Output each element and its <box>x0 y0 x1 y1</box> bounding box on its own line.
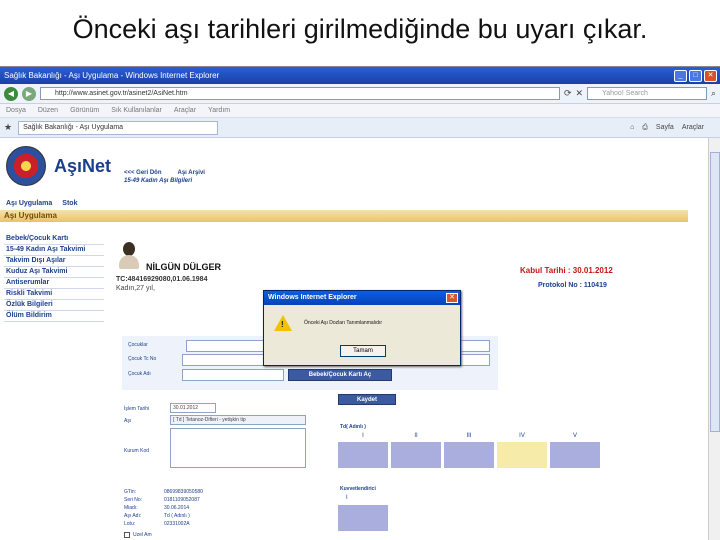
scrollbar-thumb[interactable] <box>710 152 720 432</box>
grid-title: Td( Adınlı ) <box>340 424 366 430</box>
dose-header: IV <box>519 433 525 439</box>
dialog-message: Önceki Aşı Dozları Tanımlanmalıdır <box>304 320 382 326</box>
dose-header: V <box>572 433 577 439</box>
open-child-card-button[interactable]: Bebek/Çocuk Kartı Aç <box>288 369 392 381</box>
slide-title: Önceki aşı tarihleri girilmediğinde bu u… <box>72 14 648 44</box>
cocuk-adi-input[interactable] <box>182 369 284 381</box>
nav-item[interactable]: Antiserumlar <box>4 278 104 289</box>
vertical-scrollbar[interactable] <box>708 138 720 540</box>
nav-item[interactable]: Bebek/Çocuk Kartı <box>4 234 104 245</box>
tool-tools[interactable]: Araçlar <box>682 124 704 132</box>
menu-item[interactable]: Düzen <box>38 107 58 114</box>
kabul-tarihi: Kabul Tarihi : 30.01.2012 <box>520 266 613 275</box>
home-icon[interactable]: ⌂ <box>630 124 634 132</box>
ok-button[interactable]: Tamam <box>340 345 386 357</box>
patient-tc: TC:48416929080,01.06.1984 <box>116 276 208 283</box>
dialog-close-button[interactable]: ✕ <box>446 293 458 303</box>
booster-cell[interactable] <box>338 505 388 531</box>
label-islem-tarihi: İşlem Tarihi <box>124 406 150 412</box>
save-button[interactable]: Kaydet <box>338 394 396 405</box>
protokol-no: Protokol No : 110419 <box>538 282 607 289</box>
menu-item[interactable]: Dosya <box>6 107 26 114</box>
label-cocuk-tc: Çocuk Tc No <box>128 356 157 362</box>
menu-item[interactable]: Yardım <box>208 107 230 114</box>
vaccine-info: GTin: 08699839050580 Seri No: 018110905208… <box>124 489 203 527</box>
breadcrumb: 15-49 Kadın Aşı Bilgileri <box>124 178 193 184</box>
uzel-label: Uzel Am <box>133 532 152 538</box>
print-icon[interactable]: ⎙ <box>642 124 648 132</box>
maximize-button[interactable]: □ <box>689 69 702 82</box>
menu-stok[interactable]: Stok <box>62 200 77 210</box>
address-toolbar: ◀ ▶ http://www.asinet.gov.tr/asinet2/Asi… <box>0 84 720 104</box>
back-icon[interactable]: ◀ <box>4 86 18 101</box>
window-title: Sağlık Bakanlığı - Aşı Uygulama - Window… <box>4 71 220 80</box>
menu-asi-uygulama[interactable]: Aşı Uygulama <box>6 200 52 210</box>
menu-item[interactable]: Sık Kullanılanlar <box>111 107 162 114</box>
label-cocuklar: Çocuklar <box>128 342 148 348</box>
patient-header: NİLGÜN DÜLGER TC:48416929080,01.06.1984 … <box>112 238 696 298</box>
slide: Önceki aşı tarihleri girilmediğinde bu u… <box>0 0 720 540</box>
dose-cell-3[interactable] <box>444 442 494 468</box>
booster-label: Kuvvetlendirici <box>340 486 376 492</box>
patient-name: NİLGÜN DÜLGER <box>146 262 221 272</box>
kurum-kod-field[interactable] <box>170 428 306 468</box>
nav-item[interactable]: Özlük Bilgileri <box>4 300 104 311</box>
uzel-checkbox[interactable] <box>124 532 130 538</box>
menu-item[interactable]: Görünüm <box>70 107 99 114</box>
nav-item[interactable]: 15-49 Kadın Aşı Takvimi <box>4 245 104 256</box>
ministry-seal-icon <box>6 146 46 186</box>
booster-header: I <box>346 495 348 501</box>
left-nav: Bebek/Çocuk Kartı 15-49 Kadın Aşı Takvim… <box>4 234 104 322</box>
warning-icon-mark: ! <box>281 320 284 329</box>
alert-dialog: Windows Internet Explorer ✕ ! Önceki Aşı… <box>263 290 461 366</box>
sub-nav: <<< Geri Dön Aşı Arşivi <box>124 170 205 176</box>
back-link[interactable]: <<< Geri Dön <box>124 170 162 176</box>
menu-item[interactable]: Araçlar <box>174 107 196 114</box>
search-input[interactable]: Yahoo! Search <box>587 87 707 100</box>
avatar <box>118 242 140 270</box>
dose-header: III <box>466 433 472 439</box>
nav-item[interactable]: Takvim Dışı Aşılar <box>4 256 104 267</box>
dose-header: I <box>362 433 364 439</box>
dose-cell-1[interactable] <box>338 442 388 468</box>
refresh-icon[interactable]: ⟳ <box>564 88 572 99</box>
nav-item[interactable]: Riskli Takvimi <box>4 289 104 300</box>
label-kurum: Kurum Kod <box>124 448 150 454</box>
nav-item[interactable]: Ölüm Bildirim <box>4 311 104 322</box>
logo: AşıNet <box>6 146 111 186</box>
asi-select[interactable]: [ Td ] Tetanoz-Difteri - yetişkin tip <box>170 415 306 425</box>
islem-tarihi-input[interactable]: 30.01.2012 <box>170 403 216 413</box>
label-cocuk-adi: Çocuk Adı <box>128 371 151 377</box>
tab-bar: ★ Sağlık Bakanlığı - Aşı Uygulama ⌂ ⎙ Sa… <box>0 118 720 138</box>
app-menu: Aşı Uygulama Stok <box>0 200 688 210</box>
search-icon[interactable]: ⌕ <box>711 88 716 99</box>
minimize-button[interactable]: _ <box>674 69 687 82</box>
favorites-star-icon[interactable]: ★ <box>4 122 12 133</box>
uzel-checkbox-row: Uzel Am <box>124 532 152 538</box>
dose-cell-2[interactable] <box>391 442 441 468</box>
patient-gender-age: Kadın,27 yıl, <box>116 285 155 292</box>
dialog-title: Windows Internet Explorer <box>264 291 460 305</box>
section-header: Aşı Uygulama <box>0 210 688 222</box>
dose-header: II <box>414 433 418 439</box>
url-field[interactable]: http://www.asinet.gov.tr/asinet2/AsiNet.… <box>40 87 560 100</box>
browser-tab[interactable]: Sağlık Bakanlığı - Aşı Uygulama <box>18 120 219 135</box>
menu-bar: Dosya Düzen Görünüm Sık Kullanılanlar Ar… <box>0 104 720 118</box>
tool-page[interactable]: Sayfa <box>656 124 674 132</box>
close-button[interactable]: ✕ <box>704 69 717 82</box>
forward-icon[interactable]: ▶ <box>22 86 36 101</box>
nav-item[interactable]: Kuduz Aşı Takvimi <box>4 267 104 278</box>
dose-cell-4[interactable] <box>497 442 547 468</box>
dose-cell-5[interactable] <box>550 442 600 468</box>
logo-text: AşıNet <box>54 155 112 176</box>
label-asi: Aşı <box>124 418 132 424</box>
asi-arsivi-link[interactable]: Aşı Arşivi <box>178 170 205 176</box>
stop-icon[interactable]: ✕ <box>576 88 584 99</box>
browser-titlebar: Sağlık Bakanlığı - Aşı Uygulama - Window… <box>0 67 720 84</box>
